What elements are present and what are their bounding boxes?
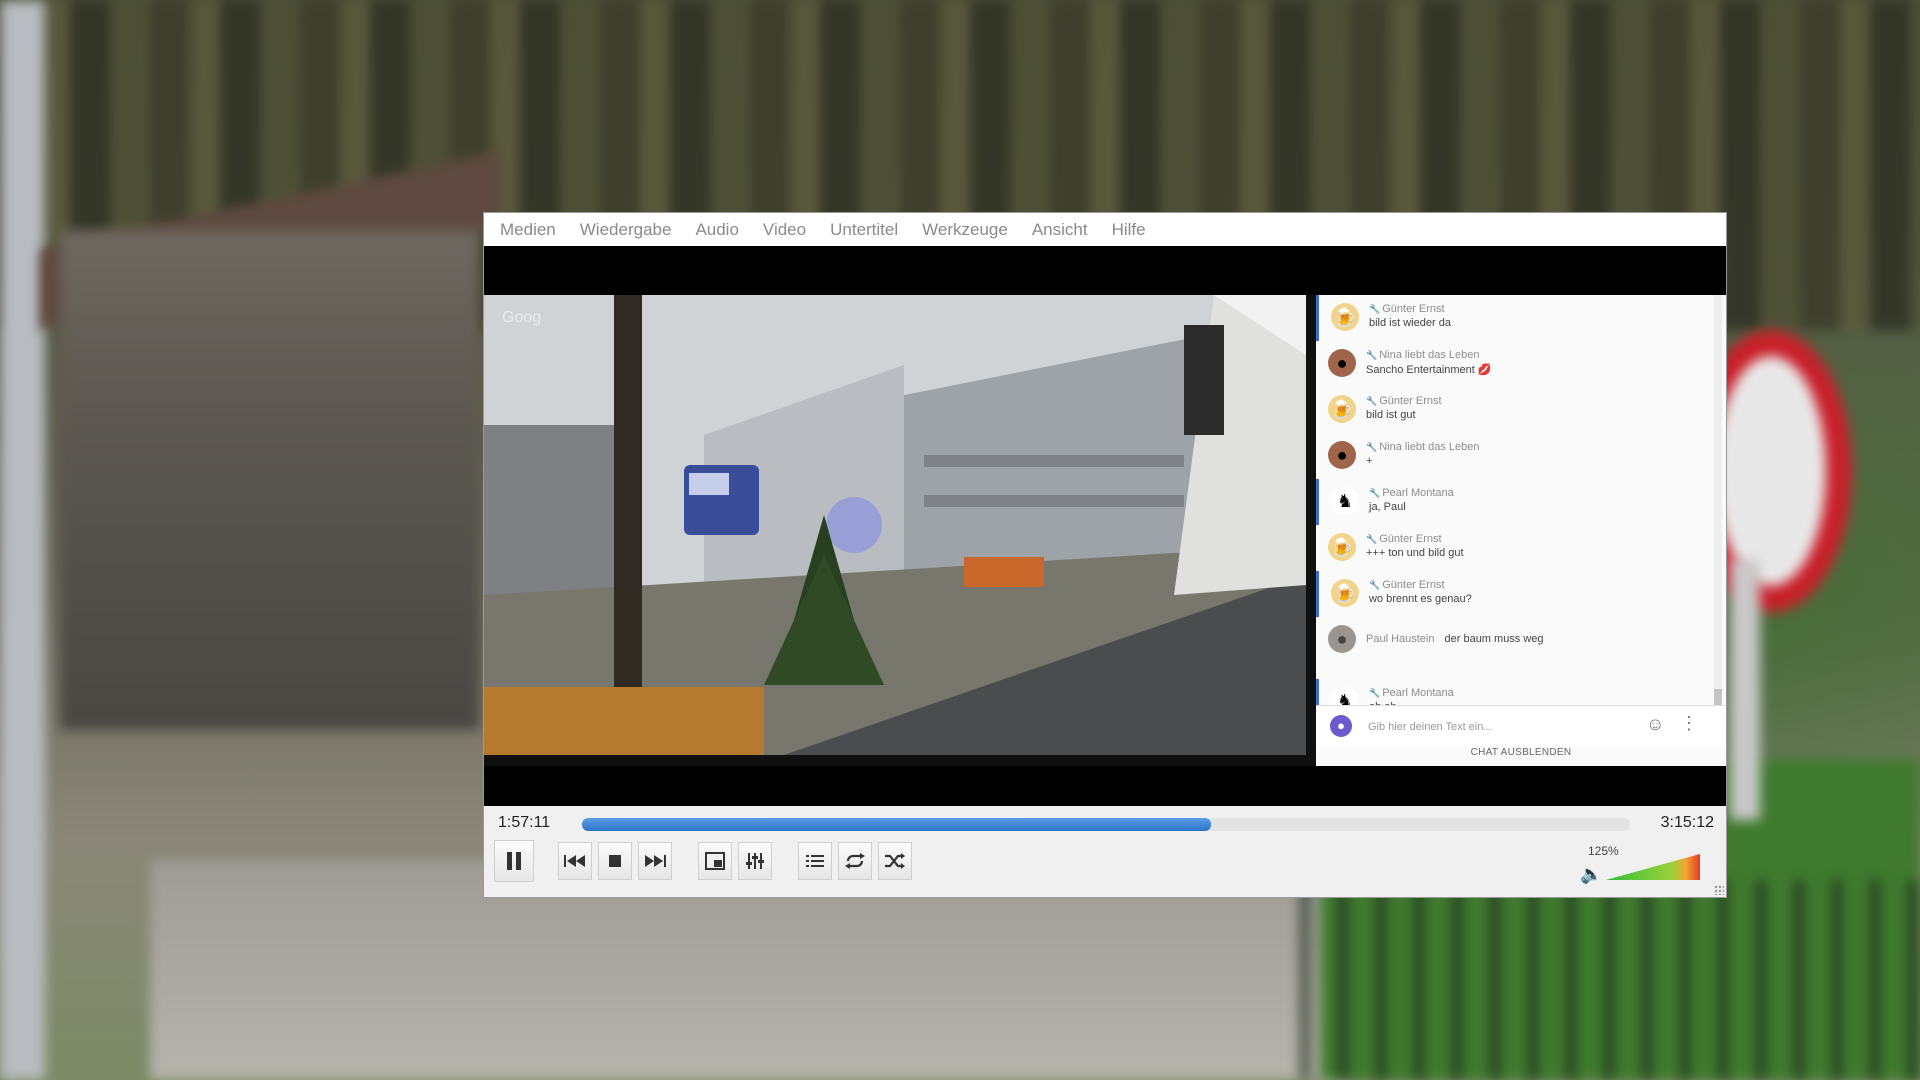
current-time: 1:57:11	[498, 814, 551, 831]
playlist-icon	[806, 855, 824, 867]
beer-icon[interactable]: 🍺	[1331, 303, 1359, 331]
chat-author[interactable]: 🔧 Nina liebt das Leben	[1366, 433, 1714, 453]
chat-input-row: ● ☺ ⋮	[1316, 705, 1726, 746]
silhouette-icon[interactable]: ♞	[1331, 687, 1359, 705]
vlc-window: Medien Wiedergabe Audio Video Untertitel…	[484, 213, 1726, 897]
moderator-badge-icon: 🔧	[1369, 688, 1381, 698]
chat-message-list[interactable]: 🍺 🔧 Günter Ernst bild ist wieder da ● 🔧 Nina l…	[1316, 295, 1714, 705]
silhouette-icon[interactable]: ♞	[1331, 487, 1359, 515]
control-bar: 1:57:11 3:15:12 🔈 125%	[484, 806, 1726, 897]
shuffle-icon	[885, 853, 905, 869]
chat-text: ja, Paul	[1369, 501, 1406, 513]
beer-icon[interactable]: 🍺	[1328, 395, 1356, 423]
chat-message: ● 🔧 Nina liebt das Leben Sancho Entertainme…	[1316, 341, 1714, 387]
chat-author[interactable]: 🔧 Nina liebt das Leben	[1366, 341, 1714, 361]
playlist-button[interactable]	[798, 842, 832, 880]
previous-button[interactable]	[558, 842, 592, 880]
seek-bar[interactable]	[582, 818, 1630, 831]
moderator-badge-icon: 🔧	[1366, 534, 1378, 544]
shuffle-button[interactable]	[878, 842, 912, 880]
chat-message: 🍺 🔧 Günter Ernst bild ist gut	[1316, 387, 1714, 433]
chat-message: 🍺 🔧 Günter Ernst wo brennt es genau?	[1316, 571, 1714, 617]
chat-text: Sancho Entertainment 💋	[1366, 364, 1492, 376]
moderator-badge-icon: 🔧	[1369, 580, 1381, 590]
grey-photo-icon[interactable]: ●	[1328, 625, 1356, 653]
moderator-badge-icon: 🔧	[1366, 442, 1378, 452]
menu-ansicht[interactable]: Ansicht	[1020, 213, 1100, 246]
chat-author[interactable]: 🔧 Pearl Montana	[1369, 479, 1714, 499]
next-button[interactable]	[638, 842, 672, 880]
moderator-badge-icon: 🔧	[1366, 396, 1378, 406]
chat-panel: 🍺 🔧 Günter Ernst bild ist wieder da ● 🔧 Nina l…	[1316, 295, 1726, 766]
resize-grip[interactable]	[1714, 885, 1724, 895]
menu-medien[interactable]: Medien	[488, 213, 568, 246]
background-fence	[1300, 880, 1920, 1080]
pause-icon	[507, 852, 521, 870]
person-photo-icon[interactable]: ●	[1328, 441, 1356, 469]
stop-icon	[609, 855, 621, 867]
chat-message: ♞🔧Pearl Montanaoh oh...	[1316, 679, 1714, 705]
fullscreen-button[interactable]	[698, 842, 732, 880]
speaker-icon[interactable]: 🔈	[1580, 864, 1602, 885]
chat-author[interactable]: 🔧 Günter Ernst	[1366, 525, 1714, 545]
moderator-badge-icon: 🔧	[1366, 350, 1378, 360]
chat-message: 🍺 🔧 Günter Ernst +++ ton und bild gut	[1316, 525, 1714, 571]
seek-progress	[582, 818, 1211, 831]
skip-next-icon	[645, 855, 666, 867]
moderator-badge-icon: 🔧	[1369, 488, 1381, 498]
menu-audio[interactable]: Audio	[683, 213, 750, 246]
chat-author[interactable]: 🔧 Günter Ernst	[1366, 387, 1714, 407]
loop-button[interactable]	[838, 842, 872, 880]
background-house	[60, 230, 480, 730]
chat-input[interactable]	[1366, 716, 1640, 738]
chat-author[interactable]: 🔧 Günter Ernst	[1369, 571, 1714, 591]
pause-button[interactable]	[494, 840, 534, 882]
chat-text: der baum muss weg	[1444, 633, 1544, 645]
person-photo-icon[interactable]: ●	[1328, 349, 1356, 377]
moderator-badge-icon: 🔧	[1369, 304, 1381, 314]
chat-text: wo brennt es genau?	[1369, 593, 1472, 605]
chat-text: +	[1366, 455, 1373, 467]
menu-video[interactable]: Video	[751, 213, 818, 246]
background-pole	[0, 0, 45, 1080]
menu-untertitel[interactable]: Untertitel	[818, 213, 910, 246]
more-options-icon[interactable]: ⋮	[1680, 713, 1698, 734]
stop-button[interactable]	[598, 842, 632, 880]
chat-message: ● 🔧 Nina liebt das Leben +	[1316, 433, 1714, 479]
equalizer-icon	[746, 853, 764, 869]
skip-previous-icon	[564, 855, 585, 867]
user-avatar-icon: ●	[1330, 715, 1352, 737]
hide-chat-button[interactable]: CHAT AUSBLENDEN	[1316, 747, 1726, 758]
chat-scrollbar[interactable]	[1714, 295, 1722, 705]
menu-werkzeuge[interactable]: Werkzeuge	[910, 213, 1020, 246]
chat-message: ● Paul Haustein der baum muss weg	[1316, 617, 1714, 679]
chat-text: bild ist wieder da	[1369, 317, 1451, 329]
chat-author[interactable]: 🔧 Günter Ernst	[1369, 295, 1714, 315]
menu-wiedergabe[interactable]: Wiedergabe	[568, 213, 684, 246]
video-area[interactable]: Goog 🍺 🔧 Günter Ernst bild ist wieder da ● 🔧 N…	[484, 246, 1726, 806]
chat-message: 🍺 🔧 Günter Ernst bild ist wieder da	[1316, 295, 1714, 341]
volume-slider[interactable]	[1606, 852, 1700, 882]
video-scene-illustration	[484, 295, 1306, 755]
video-watermark: Goog	[502, 309, 542, 326]
total-time: 3:15:12	[1660, 814, 1714, 831]
chat-scroll-thumb[interactable]	[1714, 689, 1722, 705]
beer-icon[interactable]: 🍺	[1331, 579, 1359, 607]
menu-hilfe[interactable]: Hilfe	[1100, 213, 1158, 246]
chat-text: +++ ton und bild gut	[1366, 547, 1464, 559]
emoji-icon[interactable]: ☺	[1646, 714, 1664, 735]
stream-frame: Goog 🍺 🔧 Günter Ernst bild ist wieder da ● 🔧 N…	[484, 295, 1726, 766]
background-sign-post	[1730, 560, 1760, 820]
menu-bar: Medien Wiedergabe Audio Video Untertitel…	[484, 213, 1726, 246]
chat-text: bild ist gut	[1366, 409, 1416, 421]
loop-icon	[845, 853, 865, 869]
chat-message: ♞ 🔧 Pearl Montana ja, Paul	[1316, 479, 1714, 525]
beer-icon[interactable]: 🍺	[1328, 533, 1356, 561]
video-scene: Goog	[484, 295, 1306, 755]
chat-author[interactable]: 🔧 Pearl Montana	[1369, 679, 1714, 699]
fullscreen-icon	[705, 852, 725, 870]
chat-author[interactable]: Paul Haustein	[1366, 633, 1435, 645]
extended-settings-button[interactable]	[738, 842, 772, 880]
